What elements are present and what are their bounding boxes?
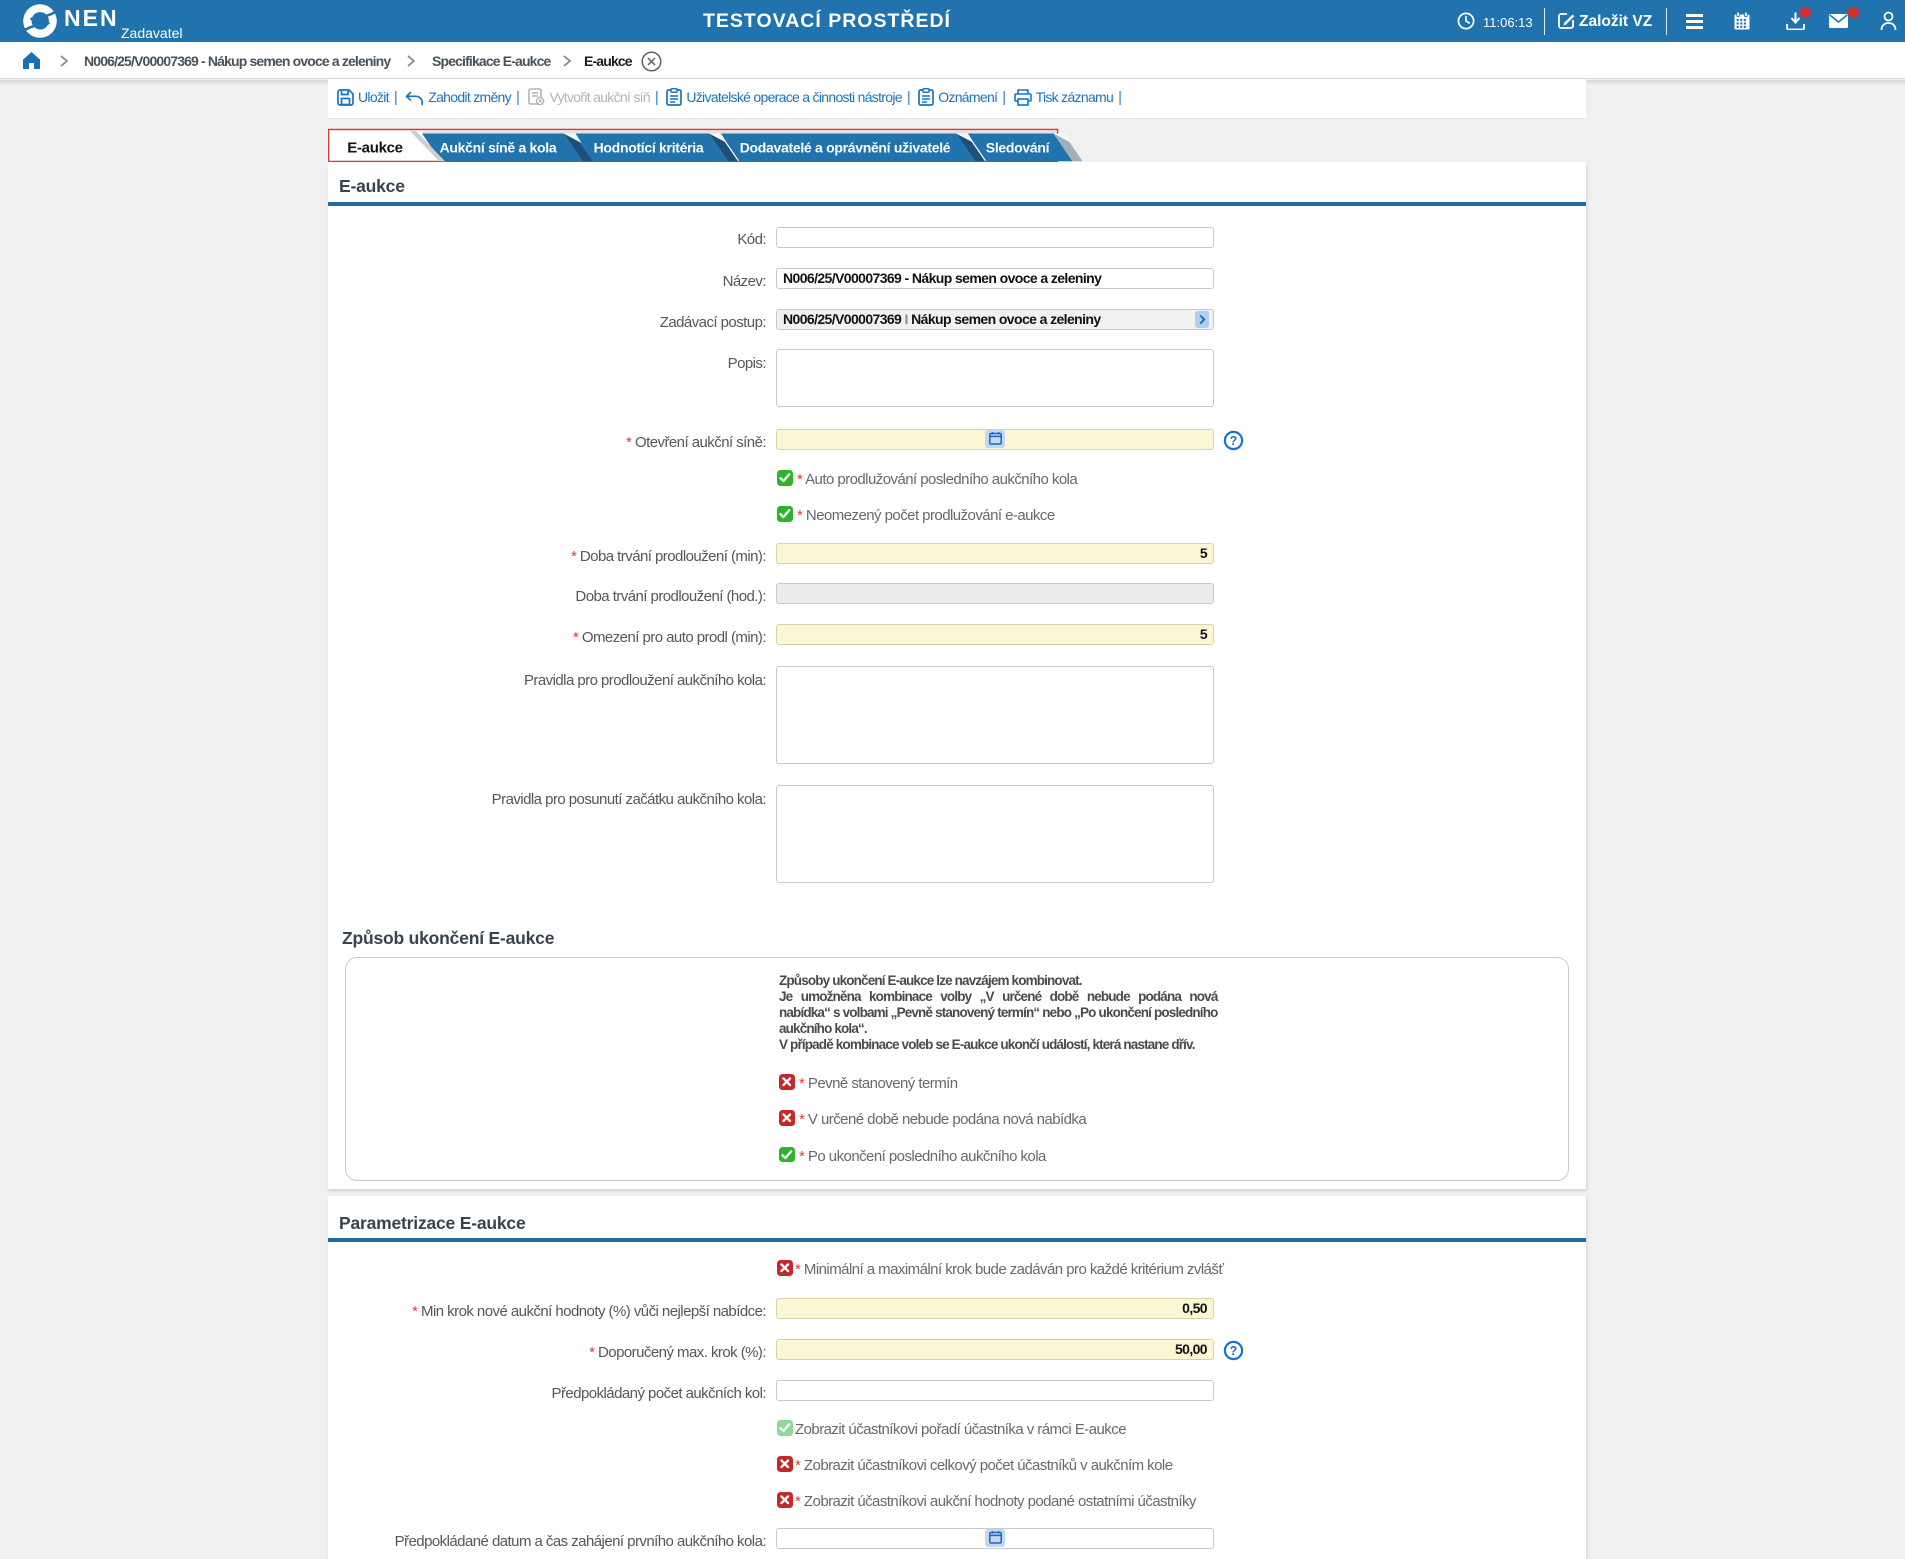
svg-text:Dodavatelé a oprávnění uživate: Dodavatelé a oprávnění uživatelé — [740, 140, 951, 156]
svg-text:?: ? — [1230, 1344, 1238, 1358]
svg-text:Hodnotící kritéria: Hodnotící kritéria — [594, 140, 704, 156]
svg-text:Aukční síně a kola: Aukční síně a kola — [440, 140, 557, 156]
svg-text:Sledování: Sledování — [986, 140, 1051, 156]
svg-text:?: ? — [1230, 434, 1238, 448]
svg-text:E-aukce: E-aukce — [347, 140, 402, 157]
